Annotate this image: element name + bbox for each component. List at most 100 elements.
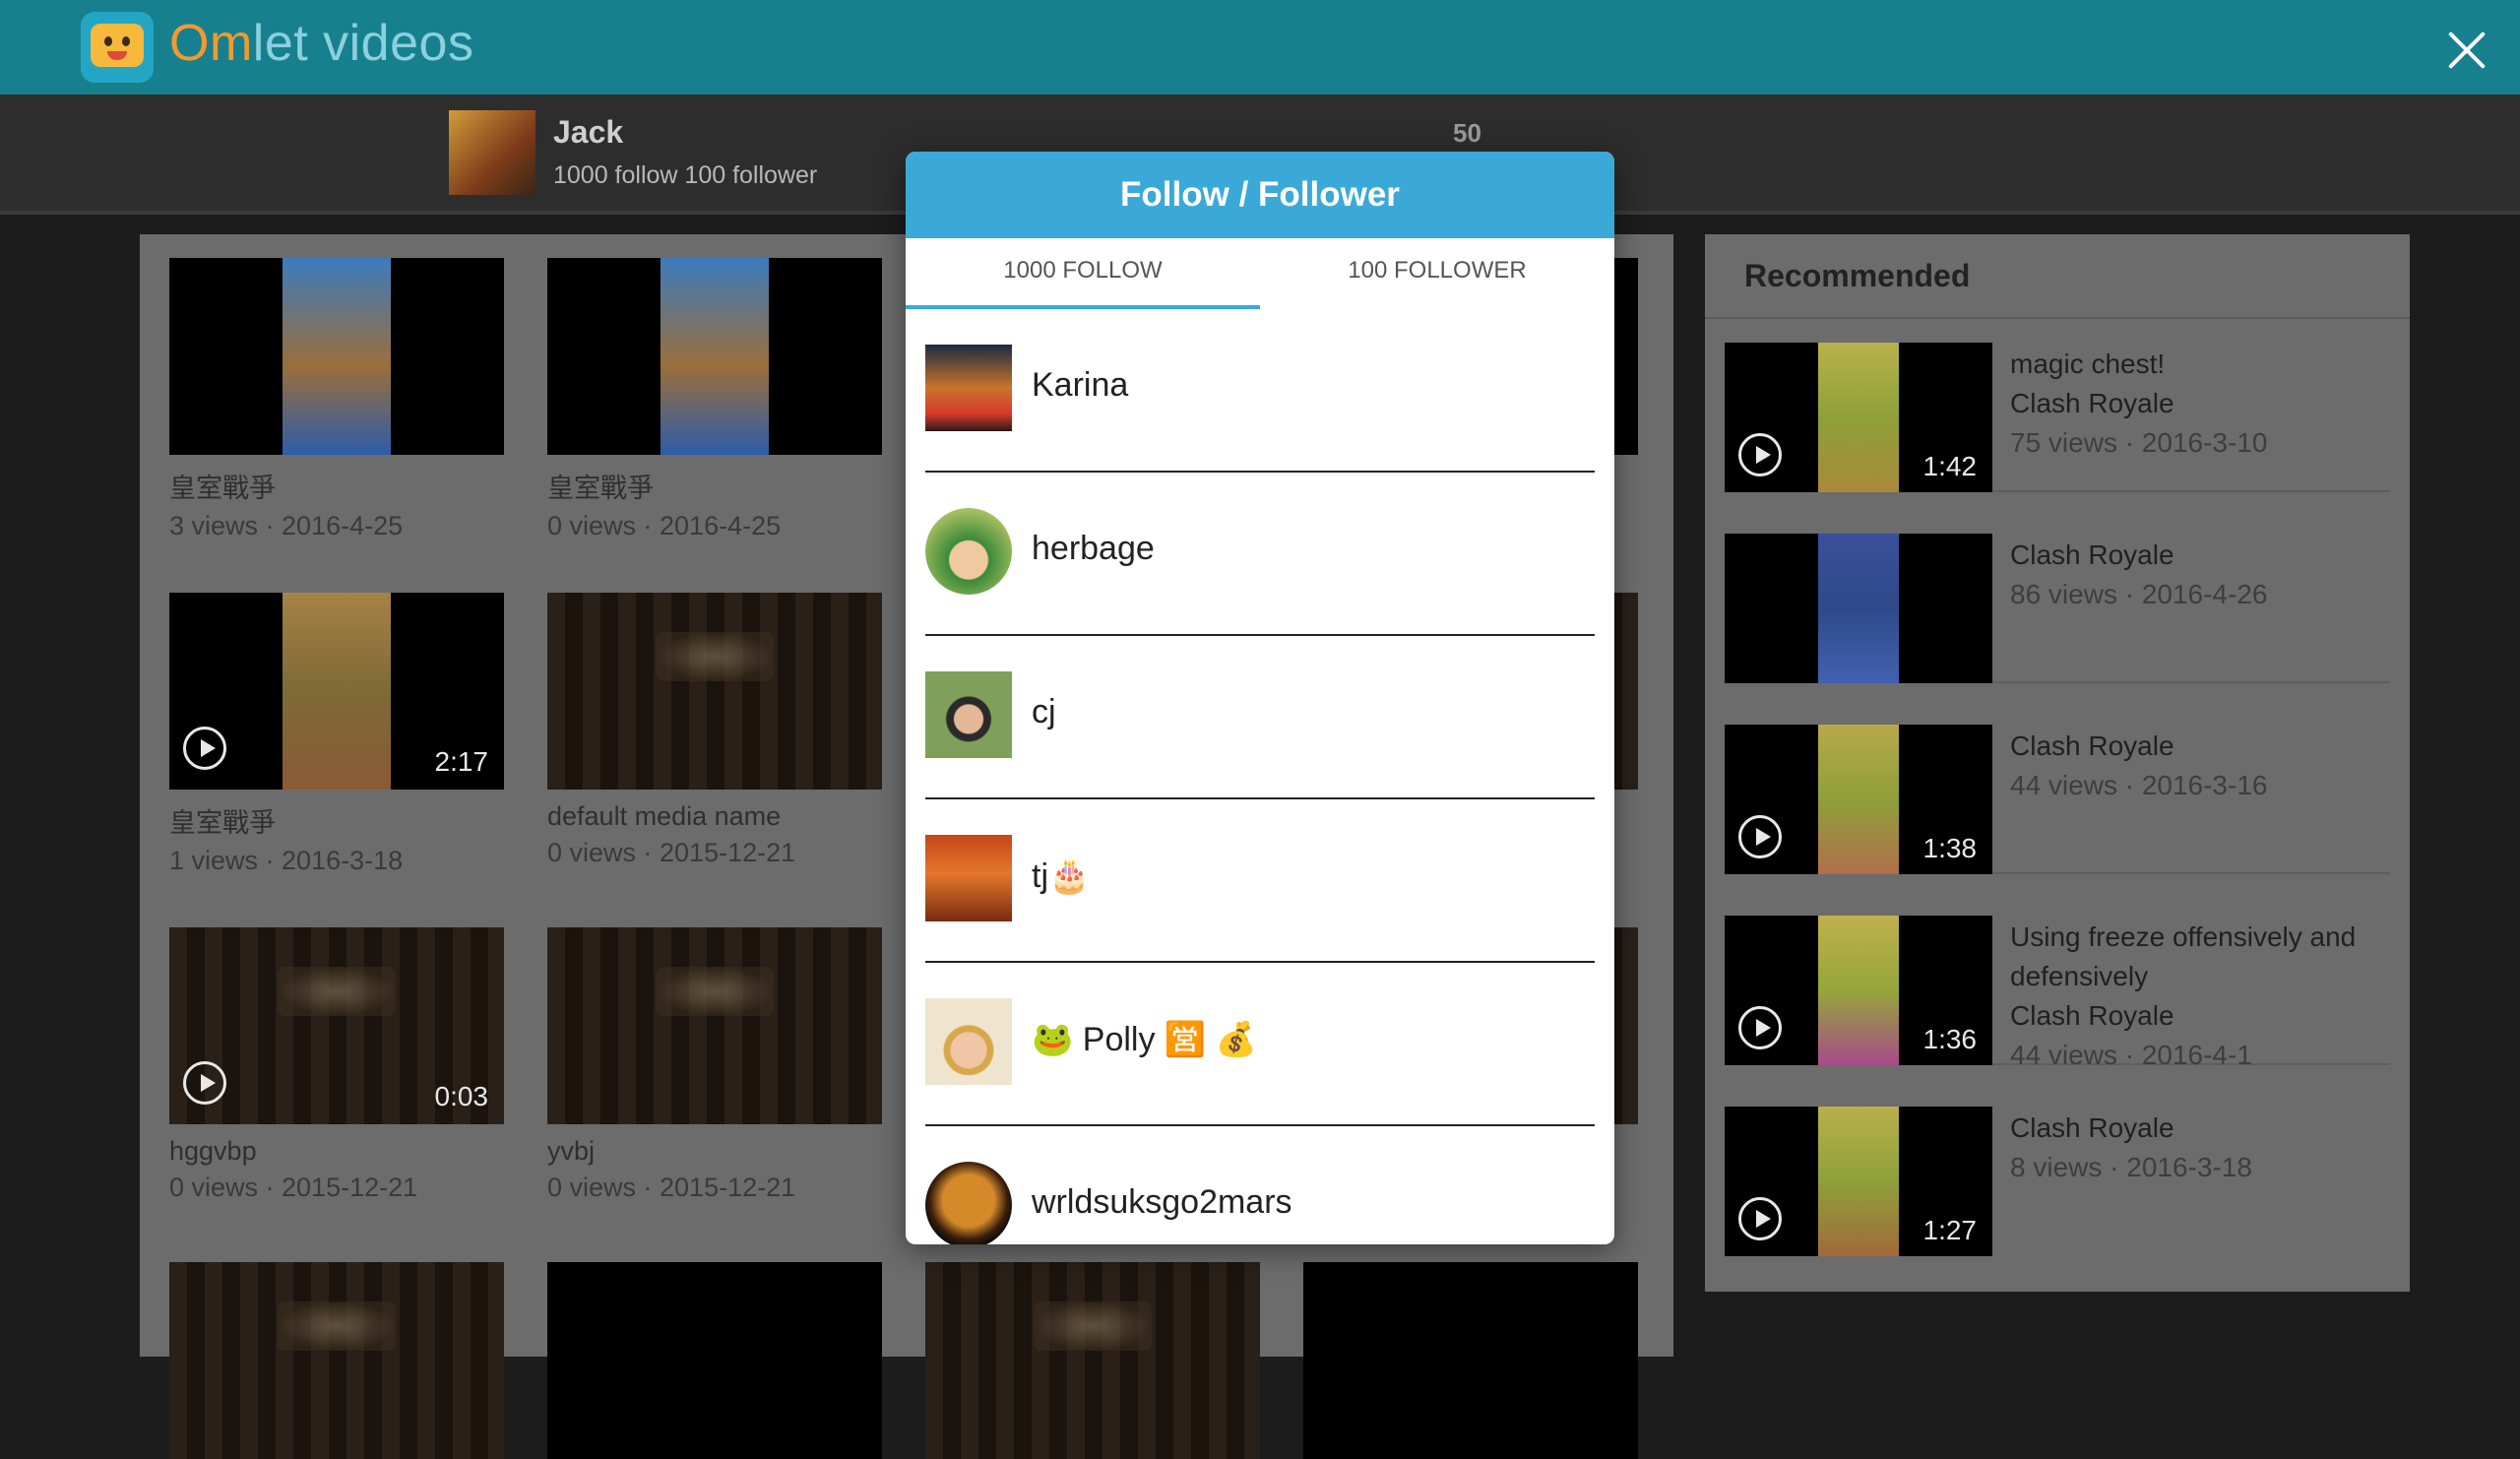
recommended-item[interactable]: 1:38 Clash Royale 44 views · 2016-3-16	[1725, 705, 2390, 874]
video-title[interactable]: 皇室戰爭	[547, 467, 882, 505]
video-thumbnail[interactable]	[169, 1262, 504, 1459]
play-icon[interactable]	[183, 1061, 226, 1105]
video-duration: 1:27	[1922, 1215, 1978, 1245]
profile-follow-stats[interactable]: 1000 follow 100 follower	[553, 161, 817, 190]
video-thumbnail[interactable]: 1:36	[1725, 916, 1992, 1065]
user-list-item[interactable]: tj🎂	[925, 799, 1595, 963]
video-card[interactable]	[169, 1262, 504, 1459]
video-meta: 0 views · 2015-12-21	[169, 1173, 418, 1202]
video-title[interactable]: magic chest!	[2010, 345, 2384, 384]
video-duration: 1:38	[1922, 833, 1978, 863]
video-card[interactable]: 皇室戰爭 0 views · 2016-4-25	[547, 258, 882, 541]
user-list-item[interactable]: cj	[925, 636, 1595, 799]
video-duration: 1:42	[1922, 451, 1978, 481]
video-meta: 75 views · 2016-3-10	[2010, 427, 2268, 458]
video-title[interactable]: 皇室戰爭	[169, 467, 504, 505]
video-card[interactable]: yvbj 0 views · 2015-12-21	[547, 927, 882, 1203]
tab-follow[interactable]: 1000 FOLLOW	[906, 238, 1260, 309]
recommended-item[interactable]: 1:36 Using freeze offensively and defens…	[1725, 896, 2390, 1070]
user-name[interactable]: herbage	[1032, 530, 1155, 568]
tab-follower[interactable]: 100 FOLLOWER	[1260, 238, 1614, 309]
user-name[interactable]: tj🎂	[1032, 856, 1090, 896]
user-list-item[interactable]: wrldsuksgo2mars	[925, 1126, 1595, 1244]
user-avatar[interactable]	[925, 671, 1012, 758]
video-thumbnail[interactable]	[1303, 1262, 1638, 1459]
video-thumbnail[interactable]: 1:42	[1725, 343, 1992, 492]
close-icon[interactable]	[2447, 30, 2487, 69]
video-title[interactable]: hggvbp	[169, 1136, 504, 1167]
profile-avatar[interactable]	[449, 110, 536, 195]
video-thumbnail[interactable]	[547, 258, 882, 455]
video-thumbnail[interactable]: 2:17	[169, 593, 504, 790]
video-meta: 0 views · 2015-12-21	[547, 1173, 796, 1202]
video-meta: 44 views · 2016-3-16	[2010, 770, 2268, 800]
user-avatar[interactable]	[925, 998, 1012, 1085]
video-title[interactable]: Using freeze offensively and defensively	[2010, 918, 2384, 996]
user-list-item[interactable]: 🐸 Polly 🈺 💰	[925, 963, 1595, 1126]
recommended-panel: Recommended 1:42 magic chest! Clash Roya…	[1705, 234, 2410, 1292]
recommended-item[interactable]: 1:27 Clash Royale 8 views · 2016-3-18	[1725, 1087, 2390, 1256]
video-card[interactable]	[1303, 1262, 1638, 1459]
video-thumbnail[interactable]: 0:03	[169, 927, 504, 1124]
user-list-item[interactable]: Karina	[925, 309, 1595, 473]
video-thumbnail[interactable]: 1:38	[1725, 725, 1992, 874]
app-header: Omlet videos	[0, 0, 2520, 95]
app-logo-text[interactable]: Omlet videos	[169, 14, 473, 73]
video-title[interactable]: default media name	[547, 801, 882, 832]
profile-name: Jack	[553, 114, 624, 150]
video-title[interactable]: Clash Royale	[2010, 1109, 2384, 1148]
video-thumbnail[interactable]	[169, 258, 504, 455]
video-card[interactable]	[547, 1262, 882, 1459]
recommended-item[interactable]: 1:42 magic chest! Clash Royale 75 views …	[1725, 323, 2390, 492]
video-game: Clash Royale	[2010, 388, 2174, 418]
video-meta: 3 views · 2016-4-25	[169, 511, 404, 540]
video-card[interactable]: default media name 0 views · 2015-12-21	[547, 593, 882, 868]
modal-tabs: 1000 FOLLOW 100 FOLLOWER	[906, 238, 1614, 309]
video-thumbnail[interactable]	[547, 1262, 882, 1459]
video-card[interactable]: 皇室戰爭 3 views · 2016-4-25	[169, 258, 504, 541]
video-meta: 8 views · 2016-3-18	[2010, 1152, 2252, 1182]
video-card[interactable]: 0:03 hggvbp 0 views · 2015-12-21	[169, 927, 504, 1203]
follow-modal: Follow / Follower 1000 FOLLOW 100 FOLLOW…	[906, 152, 1614, 1244]
omlet-logo-icon[interactable]	[81, 12, 154, 83]
video-thumbnail[interactable]	[925, 1262, 1260, 1459]
video-game: Clash Royale	[2010, 1000, 2174, 1031]
user-list-item[interactable]: herbage	[925, 473, 1595, 636]
video-meta: 1 views · 2016-3-18	[169, 846, 404, 875]
user-avatar[interactable]	[925, 345, 1012, 431]
video-duration: 0:03	[434, 1081, 489, 1111]
recommended-heading: Recommended	[1744, 258, 1971, 293]
play-icon[interactable]	[1738, 1197, 1782, 1240]
play-icon[interactable]	[1738, 433, 1782, 476]
video-title[interactable]: yvbj	[547, 1136, 882, 1167]
video-card[interactable]	[925, 1262, 1260, 1459]
video-thumbnail[interactable]	[547, 593, 882, 790]
recommended-item[interactable]: Clash Royale 86 views · 2016-4-26	[1725, 514, 2390, 683]
video-title[interactable]: 皇室戰爭	[169, 801, 504, 840]
video-duration: 2:17	[434, 746, 489, 777]
play-icon[interactable]	[183, 727, 226, 770]
user-name[interactable]: wrldsuksgo2mars	[1032, 1183, 1292, 1222]
video-duration: 1:36	[1922, 1024, 1978, 1054]
video-title[interactable]: Clash Royale	[2010, 727, 2384, 766]
video-card[interactable]: 2:17 皇室戰爭 1 views · 2016-3-18	[169, 593, 504, 876]
video-meta: 86 views · 2016-4-26	[2010, 579, 2268, 609]
user-list[interactable]: Karina herbage cj tj🎂 🐸 Polly 🈺 💰 wrldsu…	[925, 309, 1595, 1244]
video-title[interactable]: Clash Royale	[2010, 536, 2384, 575]
video-thumbnail[interactable]	[1725, 534, 1992, 683]
user-name[interactable]: Karina	[1032, 366, 1128, 405]
video-thumbnail[interactable]: 1:27	[1725, 1107, 1992, 1256]
user-avatar[interactable]	[925, 835, 1012, 921]
modal-title: Follow / Follower	[906, 152, 1614, 238]
video-meta: 0 views · 2015-12-21	[547, 838, 796, 867]
user-avatar[interactable]	[925, 1162, 1012, 1244]
user-avatar[interactable]	[925, 508, 1012, 595]
play-icon[interactable]	[1738, 1006, 1782, 1049]
divider	[1705, 317, 2410, 319]
user-name[interactable]: 🐸 Polly 🈺 💰	[1032, 1020, 1257, 1059]
video-meta: 44 views · 2016-4-1	[2010, 1040, 2252, 1070]
user-name[interactable]: cj	[1032, 693, 1056, 731]
video-thumbnail[interactable]	[547, 927, 882, 1124]
play-icon[interactable]	[1738, 815, 1782, 858]
profile-count: 50	[1453, 118, 1481, 148]
